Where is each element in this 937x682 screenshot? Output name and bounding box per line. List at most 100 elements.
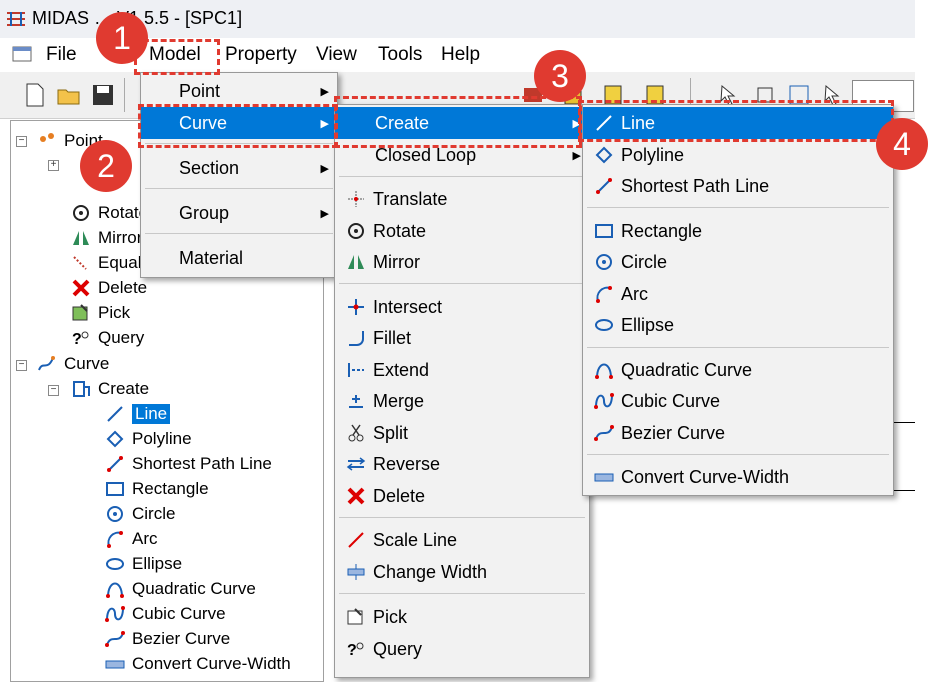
menu-item-pick[interactable]: Pick <box>335 601 589 633</box>
menu-item-rectangle[interactable]: Rectangle <box>583 215 893 247</box>
menu-help[interactable]: Help <box>441 44 480 66</box>
menu-item-section[interactable]: Section ▶ <box>141 152 337 184</box>
menu-item-shortest-path-line[interactable]: Shortest Path Line <box>583 170 893 202</box>
menu-item-scale-line[interactable]: Scale Line <box>335 524 589 556</box>
cubic-curve-icon <box>104 603 126 625</box>
tree-item-curve[interactable]: Curve <box>36 353 109 375</box>
tree-item-ellipse[interactable]: Ellipse <box>104 553 182 575</box>
menu-file[interactable]: File <box>46 44 77 66</box>
arc-icon <box>593 283 615 305</box>
menu-item-mirror[interactable]: Mirror <box>335 246 589 278</box>
tree-item-quadratic-curve[interactable]: Quadratic Curve <box>104 578 256 600</box>
tree-item-pick[interactable]: Pick <box>70 302 130 324</box>
polyline-icon <box>104 428 126 450</box>
menu-separator <box>587 347 889 348</box>
menu-item-ellipse[interactable]: Ellipse <box>583 309 893 341</box>
menu-item-split[interactable]: Split <box>335 417 589 449</box>
tree-item-line[interactable]: Line <box>104 403 171 425</box>
step-badge-4: 4 <box>876 118 928 170</box>
menu-item-change-width[interactable]: Change Width <box>335 556 589 588</box>
menu-view[interactable]: View <box>316 44 357 66</box>
pick-icon <box>345 606 367 628</box>
canvas-line <box>892 490 915 491</box>
menu-item-reverse[interactable]: Reverse <box>335 448 589 480</box>
menu-item-cubic-curve[interactable]: Cubic Curve <box>583 385 893 417</box>
tree-expand-toggle[interactable]: + <box>48 160 59 171</box>
model-dropdown-menu: Point ▶ Curve ▶ Section ▶ Group ▶ Material <box>140 72 338 278</box>
tree-collapse-toggle[interactable]: − <box>16 360 27 371</box>
menu-item-quadratic-curve[interactable]: Quadratic Curve <box>583 354 893 386</box>
menu-item-translate[interactable]: Translate <box>335 183 589 215</box>
bezier-curve-icon <box>104 628 126 650</box>
fillet-icon <box>345 327 367 349</box>
line-icon <box>104 403 126 425</box>
tree-item-shortest-path-line[interactable]: Shortest Path Line <box>104 453 272 475</box>
quadratic-curve-icon <box>104 578 126 600</box>
step-badge-2: 2 <box>80 140 132 192</box>
menu-item-fillet[interactable]: Fillet <box>335 322 589 354</box>
create-icon <box>70 378 92 400</box>
rotate-icon <box>345 220 367 242</box>
menu-item-group[interactable]: Group ▶ <box>141 197 337 229</box>
new-file-icon[interactable] <box>22 82 48 108</box>
rectangle-icon <box>593 220 615 242</box>
menu-item-merge[interactable]: Merge <box>335 385 589 417</box>
menu-separator <box>339 593 585 594</box>
save-icon[interactable] <box>90 82 116 108</box>
change-width-icon <box>345 561 367 583</box>
menu-item-extend[interactable]: Extend <box>335 354 589 386</box>
window-menu-icon[interactable] <box>12 46 32 62</box>
create-submenu: Line Polyline Shortest Path Line Rectang… <box>582 104 894 496</box>
convert-curve-width-icon <box>104 653 126 675</box>
menu-item-convert-curve-width[interactable]: Convert Curve-Width <box>583 461 893 493</box>
mirror-icon <box>345 251 367 273</box>
tree-collapse-toggle[interactable]: − <box>48 385 59 396</box>
curve-icon <box>36 353 58 375</box>
menu-item-point[interactable]: Point ▶ <box>141 75 337 107</box>
tree-item-arc[interactable]: Arc <box>104 528 158 550</box>
app-icon <box>7 12 25 26</box>
menu-item-material[interactable]: Material <box>141 242 337 274</box>
menu-tools[interactable]: Tools <box>378 44 422 66</box>
step-badge-1: 1 <box>96 12 148 64</box>
translate-icon <box>345 188 367 210</box>
tree-item-polyline[interactable]: Polyline <box>104 428 192 450</box>
menu-item-polyline[interactable]: Polyline <box>583 139 893 171</box>
shortest-path-icon <box>104 453 126 475</box>
tree-item-circle[interactable]: Circle <box>104 503 175 525</box>
menu-item-query[interactable]: ? Query <box>335 633 589 665</box>
intersect-icon <box>345 296 367 318</box>
shortest-path-icon <box>593 175 615 197</box>
menu-item-delete[interactable]: Delete <box>335 480 589 512</box>
merge-icon <box>345 390 367 412</box>
rotate-icon <box>70 202 92 224</box>
tree-item-cubic-curve[interactable]: Cubic Curve <box>104 603 226 625</box>
point-icon <box>36 130 58 152</box>
tree-item-equal[interactable]: Equal <box>70 252 141 274</box>
open-folder-icon[interactable] <box>56 82 82 108</box>
tree-item-query[interactable]: ? Query <box>70 327 144 349</box>
rectangle-icon <box>104 478 126 500</box>
tree-item-rotate[interactable]: Rotate <box>70 202 148 224</box>
svg-text:?: ? <box>347 642 357 659</box>
tree-item-rectangle[interactable]: Rectangle <box>104 478 209 500</box>
menu-item-circle[interactable]: Circle <box>583 246 893 278</box>
step-badge-3: 3 <box>534 50 586 102</box>
tree-item-create[interactable]: Create <box>70 378 149 400</box>
query-icon: ? <box>345 638 367 660</box>
delete-icon <box>70 277 92 299</box>
menu-item-intersect[interactable]: Intersect <box>335 291 589 323</box>
circle-icon <box>104 503 126 525</box>
tree-item-convert-curve-width[interactable]: Convert Curve-Width <box>104 653 291 675</box>
menu-property[interactable]: Property <box>225 44 297 66</box>
menu-item-bezier-curve[interactable]: Bezier Curve <box>583 417 893 449</box>
delete-icon <box>345 485 367 507</box>
menu-separator <box>339 176 585 177</box>
tree-item-delete[interactable]: Delete <box>70 277 147 299</box>
tree-item-mirror[interactable]: Mirror <box>70 227 142 249</box>
menu-item-rotate[interactable]: Rotate <box>335 215 589 247</box>
menu-item-arc[interactable]: Arc <box>583 278 893 310</box>
tree-collapse-toggle[interactable]: − <box>16 136 27 147</box>
tree-item-bezier-curve[interactable]: Bezier Curve <box>104 628 230 650</box>
pick-icon <box>70 302 92 324</box>
